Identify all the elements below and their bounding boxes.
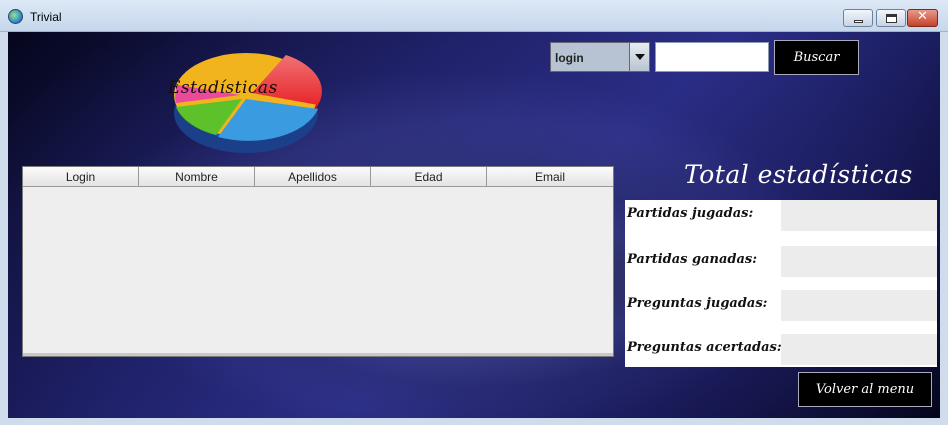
search-field-combo[interactable]: login [550,42,650,72]
close-icon: ✕ [917,9,928,24]
stats-panel: Partidas jugadas: Partidas ganadas: Preg… [625,200,937,367]
column-header-apellidos[interactable]: Apellidos [255,167,371,186]
column-header-nombre[interactable]: Nombre [139,167,255,186]
stat-value-preguntas-jugadas [781,290,937,321]
back-to-menu-button[interactable]: Volver al menu [798,372,932,407]
window-title-bar: Trivial ✕ [0,0,948,32]
stat-label: Partidas jugadas: [627,206,754,221]
maximize-button[interactable] [876,9,906,27]
chevron-down-icon[interactable] [629,43,649,71]
column-header-login[interactable]: Login [23,167,139,186]
minimize-button[interactable] [843,9,873,27]
main-content: Estadísticas login Buscar Login Nombre A… [8,32,940,418]
stat-value-partidas-ganadas [781,246,937,277]
stat-row-preguntas-jugadas: Preguntas jugadas: [625,290,937,321]
column-header-email[interactable]: Email [487,167,613,186]
stat-row-preguntas-acertadas: Preguntas acertadas: [625,334,937,365]
minimize-icon [854,20,863,23]
results-table[interactable]: Login Nombre Apellidos Edad Email [22,166,614,357]
close-button[interactable]: ✕ [907,9,938,27]
stat-row-partidas-jugadas: Partidas jugadas: [625,200,937,231]
table-header: Login Nombre Apellidos Edad Email [23,167,613,187]
stat-value-partidas-jugadas [781,200,937,231]
column-header-edad[interactable]: Edad [371,167,487,186]
stat-label: Preguntas jugadas: [627,296,768,311]
window-bottom-border [0,418,948,425]
stats-title: Total estadísticas [684,160,913,189]
table-bottom-edge [23,353,613,356]
search-button[interactable]: Buscar [774,40,859,75]
window-title: Trivial [30,10,62,24]
stat-label: Preguntas acertadas: [627,340,782,355]
app-globe-icon [8,9,23,24]
stat-value-preguntas-acertadas [781,334,937,365]
logo-title: Estadísticas [168,78,278,98]
search-input[interactable] [655,42,769,72]
combo-selected-value: login [555,51,584,65]
stat-row-partidas-ganadas: Partidas ganadas: [625,246,937,277]
stat-label: Partidas ganadas: [627,252,758,267]
maximize-icon [886,14,897,23]
